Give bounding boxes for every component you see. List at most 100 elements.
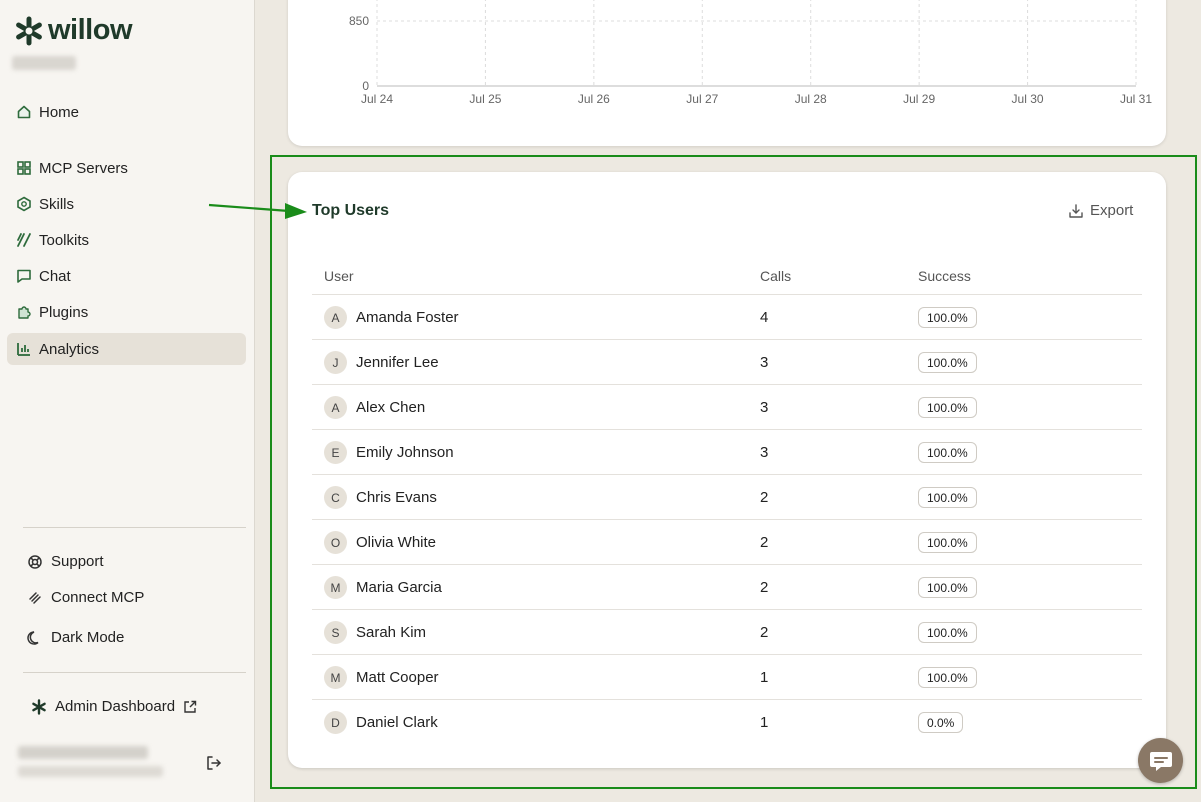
chart-x-tick-label: Jul 25 [469, 92, 501, 106]
calls-chart-card: Jul 24 Jul 25 Jul 26 Jul 27 Jul 28 Jul 29 Jul … [288, 0, 1166, 146]
chart-x-tick-label: Jul 27 [686, 92, 718, 106]
sidebar-item-plugins[interactable]: Plugins [7, 296, 246, 328]
call-count: 3 [760, 399, 769, 416]
avatar: O [324, 531, 347, 554]
avatar: A [324, 396, 347, 419]
user-name-redacted [18, 746, 148, 759]
column-header-user: User [324, 268, 354, 284]
support-label: Support [51, 553, 104, 570]
sidebar: willow Home MCP Servers Skills Toolkits … [0, 0, 255, 802]
user-email-redacted [18, 766, 163, 777]
table-row[interactable]: S Sarah Kim 2 100.0% [312, 609, 1142, 654]
user-name: Daniel Clark [356, 714, 438, 731]
external-link-icon [183, 700, 197, 714]
servers-icon [16, 160, 32, 176]
toolkit-icon [16, 232, 32, 248]
avatar: C [324, 486, 347, 509]
column-header-calls: Calls [760, 268, 792, 284]
logo-text: willow [48, 14, 133, 46]
top-users-card: Top Users Export User Calls Success A Ama… [288, 172, 1166, 768]
table-row[interactable]: J Jennifer Lee 3 100.0% [312, 339, 1142, 384]
lifebuoy-icon [27, 554, 43, 570]
chart-icon [16, 341, 32, 357]
call-count: 2 [760, 489, 769, 506]
user-name: Olivia White [356, 534, 437, 551]
user-name: Emily Johnson [356, 444, 454, 461]
annotation-arrow [208, 203, 307, 219]
logout-button[interactable] [205, 754, 223, 772]
chat-bubble-icon [1149, 751, 1172, 771]
table-row[interactable]: A Alex Chen 3 100.0% [312, 384, 1142, 429]
sidebar-item-chat[interactable]: Chat [7, 260, 246, 292]
success-badge: 100.0% [918, 307, 977, 328]
admin-dashboard-link[interactable]: Admin Dashboard [31, 698, 197, 715]
organization-name-redacted [12, 56, 76, 70]
table-row[interactable]: M Maria Garcia 2 100.0% [312, 564, 1142, 609]
call-count: 2 [760, 534, 769, 551]
table-row[interactable]: A Amanda Foster 4 100.0% [312, 294, 1142, 339]
success-badge: 100.0% [918, 577, 977, 598]
success-badge: 100.0% [918, 442, 977, 463]
avatar: M [324, 576, 347, 599]
success-badge: 100.0% [918, 397, 977, 418]
avatar: E [324, 441, 347, 464]
table-row[interactable]: O Olivia White 2 100.0% [312, 519, 1142, 564]
user-name: Sarah Kim [356, 624, 427, 641]
table-row[interactable]: E Emily Johnson 3 100.0% [312, 429, 1142, 474]
user-name: Amanda Foster [356, 309, 459, 326]
willow-asterisk-icon [16, 16, 42, 45]
avatar: A [324, 306, 347, 329]
chat-support-button[interactable] [1138, 738, 1183, 783]
table-row[interactable]: C Chris Evans 2 100.0% [312, 474, 1142, 519]
logo[interactable]: willow [14, 14, 133, 47]
user-name: Chris Evans [356, 489, 437, 506]
avatar: M [324, 666, 347, 689]
link-icon [27, 590, 43, 606]
chart-y-tick-label: 0 [362, 79, 369, 93]
download-icon [1068, 203, 1084, 219]
call-count: 1 [760, 714, 769, 731]
sidebar-item-home[interactable]: Home [7, 96, 246, 128]
home-icon [16, 104, 32, 120]
user-name: Jennifer Lee [356, 354, 439, 371]
call-count: 2 [760, 624, 769, 641]
sidebar-item-mcp-servers[interactable]: MCP Servers [7, 152, 246, 184]
table-row[interactable]: D Daniel Clark 1 0.0% [312, 699, 1142, 744]
chart-x-tick-label: Jul 31 [1120, 92, 1152, 106]
success-badge: 100.0% [918, 622, 977, 643]
logout-icon [207, 756, 221, 770]
sidebar-item-label: Home [39, 103, 80, 121]
export-button[interactable]: Export [1068, 202, 1133, 219]
sidebar-item-label: Chat [39, 267, 71, 285]
chart-y-tick-label: 850 [349, 14, 369, 28]
avatar: J [324, 351, 347, 374]
export-label: Export [1090, 202, 1134, 219]
user-name: Matt Cooper [356, 669, 439, 686]
call-count: 3 [760, 444, 769, 461]
calls-chart: Jul 24 Jul 25 Jul 26 Jul 27 Jul 28 Jul 29 Jul … [349, 0, 1152, 106]
call-count: 1 [760, 669, 769, 686]
chat-icon [16, 268, 32, 284]
success-badge: 0.0% [918, 712, 964, 733]
admin-dashboard-label: Admin Dashboard [55, 698, 176, 715]
dark-mode-toggle[interactable]: Dark Mode [27, 629, 124, 646]
success-badge: 100.0% [918, 532, 977, 553]
chart-x-tick-label: Jul 26 [578, 92, 610, 106]
sidebar-divider [23, 672, 246, 673]
chart-x-tick-label: Jul 29 [903, 92, 935, 106]
sidebar-item-label: Analytics [39, 340, 100, 358]
connect-mcp-link[interactable]: Connect MCP [27, 589, 144, 606]
avatar: D [324, 711, 347, 734]
success-badge: 100.0% [918, 487, 977, 508]
chart-x-tick-label: Jul 24 [361, 92, 393, 106]
sidebar-item-toolkits[interactable]: Toolkits [7, 224, 246, 256]
sidebar-item-label: Toolkits [39, 231, 90, 249]
table-row[interactable]: M Matt Cooper 1 100.0% [312, 654, 1142, 699]
connect-mcp-label: Connect MCP [51, 589, 145, 606]
sidebar-item-analytics[interactable]: Analytics [7, 333, 246, 365]
support-link[interactable]: Support [27, 553, 104, 570]
user-name: Alex Chen [356, 399, 426, 416]
success-badge: 100.0% [918, 352, 977, 373]
top-users-title: Top Users [312, 202, 390, 219]
puzzle-icon [16, 304, 32, 320]
